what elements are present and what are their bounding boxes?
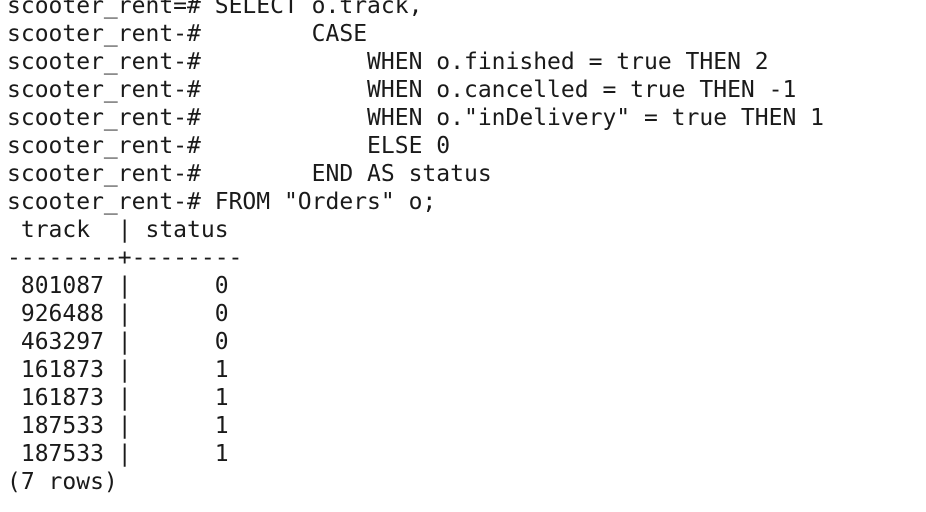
prompt: scooter_rent-# bbox=[7, 133, 201, 159]
row-count: (7 rows) bbox=[7, 469, 118, 495]
prompt: scooter_rent-# bbox=[7, 21, 201, 47]
query-line: scooter_rent-# WHEN o.finished = true TH… bbox=[7, 48, 919, 76]
query-line: scooter_rent-# END AS status bbox=[7, 160, 919, 188]
sql-text: WHEN o."inDelivery" = true THEN 1 bbox=[200, 105, 824, 131]
sql-text: WHEN o.finished = true THEN 2 bbox=[200, 49, 769, 75]
table-row: 161873 | 1 bbox=[7, 357, 229, 383]
query-line: scooter_rent-# CASE bbox=[7, 20, 919, 48]
query-line: scooter_rent-# ELSE 0 bbox=[7, 132, 919, 160]
query-line: scooter_rent-# WHEN o.cancelled = true T… bbox=[7, 76, 919, 104]
sql-text: FROM "Orders" o; bbox=[200, 189, 437, 215]
sql-text: CASE bbox=[200, 21, 368, 47]
sql-text: END AS status bbox=[200, 161, 492, 187]
terminal-output[interactable]: scooter_rent=# SELECT o.track, scooter_r… bbox=[7, 0, 919, 496]
table-row: 463297 | 0 bbox=[7, 329, 229, 355]
prompt: scooter_rent-# bbox=[7, 105, 201, 131]
prompt: scooter_rent-# bbox=[7, 161, 201, 187]
prompt: scooter_rent-# bbox=[7, 77, 201, 103]
sql-text: SELECT o.track, bbox=[200, 0, 423, 19]
table-row: 161873 | 1 bbox=[7, 385, 229, 411]
query-line: scooter_rent-# WHEN o."inDelivery" = tru… bbox=[7, 104, 919, 132]
query-line: scooter_rent-# FROM "Orders" o; bbox=[7, 188, 919, 216]
result-separator: --------+-------- bbox=[7, 245, 243, 271]
table-row: 187533 | 1 bbox=[7, 413, 229, 439]
table-row: 187533 | 1 bbox=[7, 441, 229, 467]
result-header: track | status bbox=[7, 217, 229, 243]
prompt: scooter_rent=# bbox=[7, 0, 201, 19]
table-row: 926488 | 0 bbox=[7, 301, 229, 327]
sql-text: ELSE 0 bbox=[200, 133, 451, 159]
prompt: scooter_rent-# bbox=[7, 189, 201, 215]
sql-text: WHEN o.cancelled = true THEN -1 bbox=[200, 77, 797, 103]
query-line: scooter_rent=# SELECT o.track, bbox=[7, 0, 919, 20]
table-row: 801087 | 0 bbox=[7, 273, 229, 299]
prompt: scooter_rent-# bbox=[7, 49, 201, 75]
